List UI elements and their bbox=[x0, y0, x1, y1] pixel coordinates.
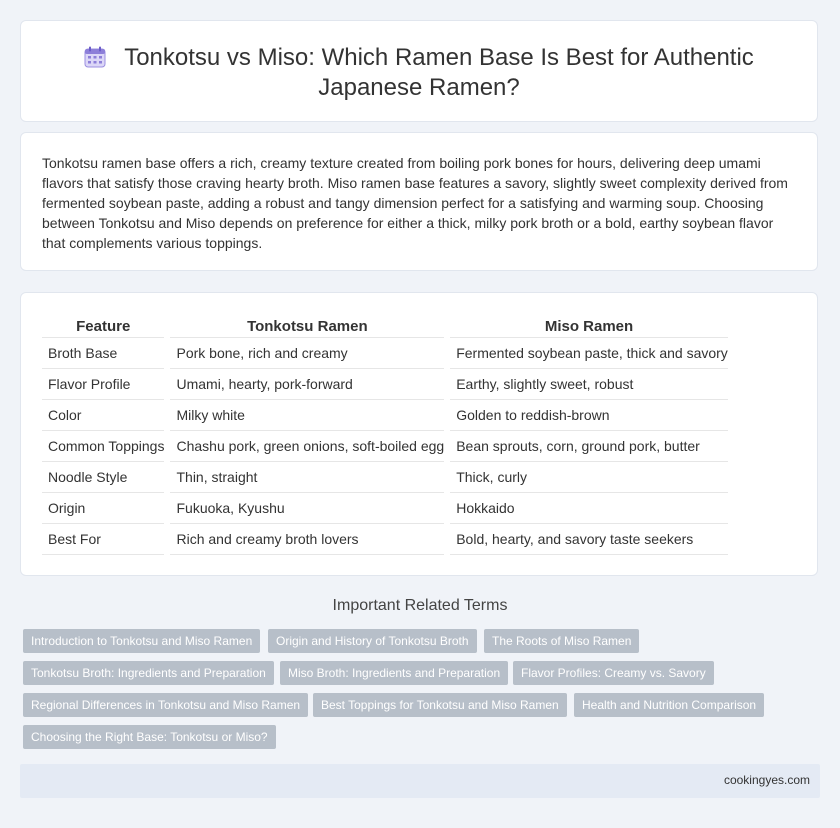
related-term-tag[interactable]: Choosing the Right Base: Tonkotsu or Mis… bbox=[23, 725, 276, 749]
table-cell: Hokkaido bbox=[450, 493, 728, 524]
table-row: Common Toppings Chashu pork, green onion… bbox=[42, 431, 728, 462]
table-cell: Best For bbox=[42, 524, 165, 555]
related-term-tag[interactable]: Best Toppings for Tonkotsu and Miso Rame… bbox=[313, 693, 567, 717]
table-header-row: Feature Tonkotsu Ramen Miso Ramen bbox=[42, 315, 728, 338]
table-row: Color Milky white Golden to reddish-brow… bbox=[42, 400, 728, 431]
comparison-table-card: Feature Tonkotsu Ramen Miso Ramen Broth … bbox=[20, 292, 818, 576]
related-term-tag[interactable]: Health and Nutrition Comparison bbox=[574, 693, 765, 717]
footer-site-link[interactable]: cookingyes.com bbox=[724, 773, 810, 787]
table-row: Broth Base Pork bone, rich and creamy Fe… bbox=[42, 338, 728, 369]
calendar-icon bbox=[84, 46, 106, 68]
intro-paragraph: Tonkotsu ramen base offers a rich, cream… bbox=[42, 155, 788, 251]
table-cell: Bold, hearty, and savory taste seekers bbox=[450, 524, 728, 555]
table-cell: Earthy, slightly sweet, robust bbox=[450, 369, 728, 400]
table-cell: Chashu pork, green onions, soft-boiled e… bbox=[170, 431, 445, 462]
table-row: Origin Fukuoka, Kyushu Hokkaido bbox=[42, 493, 728, 524]
table-cell: Broth Base bbox=[42, 338, 165, 369]
footer: cookingyes.com bbox=[20, 764, 820, 798]
title-card: Tonkotsu vs Miso: Which Ramen Base Is Be… bbox=[20, 20, 818, 122]
page-title-text: Tonkotsu vs Miso: Which Ramen Base Is Be… bbox=[124, 44, 754, 101]
related-terms-heading: Important Related Terms bbox=[332, 597, 508, 614]
related-term-tag[interactable]: Flavor Profiles: Creamy vs. Savory bbox=[513, 661, 714, 685]
table-cell: Milky white bbox=[170, 400, 445, 431]
table-cell: Bean sprouts, corn, ground pork, butter bbox=[450, 431, 728, 462]
table-cell: Thick, curly bbox=[450, 462, 728, 493]
related-term-tag[interactable]: Regional Differences in Tonkotsu and Mis… bbox=[23, 693, 309, 717]
intro-card: Tonkotsu ramen base offers a rich, cream… bbox=[20, 132, 818, 271]
related-term-tag[interactable]: Miso Broth: Ingredients and Preparation bbox=[280, 661, 509, 685]
table-cell: Thin, straight bbox=[170, 462, 445, 493]
table-cell: Umami, hearty, pork-forward bbox=[170, 369, 445, 400]
table-cell: Rich and creamy broth lovers bbox=[170, 524, 445, 555]
table-row: Flavor Profile Umami, hearty, pork-forwa… bbox=[42, 369, 728, 400]
related-term-tag[interactable]: Origin and History of Tonkotsu Broth bbox=[268, 629, 477, 653]
table-cell: Flavor Profile bbox=[42, 369, 165, 400]
table-cell: Color bbox=[42, 400, 165, 431]
column-header-tonkotsu: Tonkotsu Ramen bbox=[170, 315, 445, 338]
table-row: Best For Rich and creamy broth lovers Bo… bbox=[42, 524, 728, 555]
related-term-tag[interactable]: Introduction to Tonkotsu and Miso Ramen bbox=[23, 629, 261, 653]
table-cell: Origin bbox=[42, 493, 165, 524]
page-title: Tonkotsu vs Miso: Which Ramen Base Is Be… bbox=[61, 43, 777, 103]
table-cell: Pork bone, rich and creamy bbox=[170, 338, 445, 369]
column-header-miso: Miso Ramen bbox=[450, 315, 728, 338]
table-row: Noodle Style Thin, straight Thick, curly bbox=[42, 462, 728, 493]
related-term-tag[interactable]: The Roots of Miso Ramen bbox=[484, 629, 640, 653]
table-cell: Common Toppings bbox=[42, 431, 165, 462]
column-header-feature: Feature bbox=[42, 315, 165, 338]
related-term-tag[interactable]: Tonkotsu Broth: Ingredients and Preparat… bbox=[23, 661, 274, 685]
table-cell: Golden to reddish-brown bbox=[450, 400, 728, 431]
table-cell: Noodle Style bbox=[42, 462, 165, 493]
table-cell: Fermented soybean paste, thick and savor… bbox=[450, 338, 728, 369]
comparison-table: Feature Tonkotsu Ramen Miso Ramen Broth … bbox=[36, 315, 734, 555]
table-cell: Fukuoka, Kyushu bbox=[170, 493, 445, 524]
